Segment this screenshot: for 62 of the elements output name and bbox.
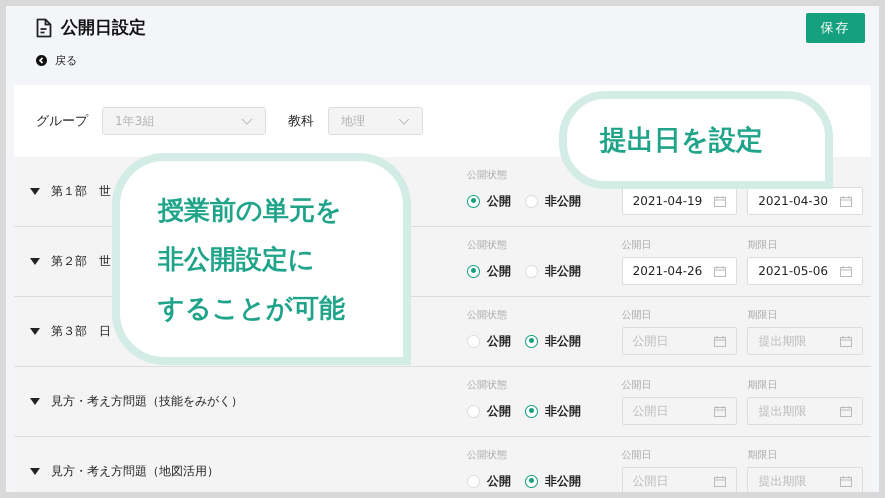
field-label: 公開状態 (467, 378, 508, 391)
radio-option[interactable]: 非公開 (525, 332, 582, 350)
field-label: 期限日 (747, 448, 778, 461)
chevron-down-icon (241, 118, 253, 124)
field-label: 公開日 (622, 239, 653, 251)
field-label: 公開状態 (467, 238, 508, 251)
field-label: 公開状態 (467, 308, 508, 321)
radio-option[interactable]: 公開 (467, 192, 512, 210)
field-label: 期限日 (747, 378, 778, 391)
field-label: 期限日 (747, 238, 778, 251)
calendar-icon (714, 196, 726, 206)
calendar-icon (714, 266, 726, 276)
radio-option[interactable]: 公開 (467, 262, 512, 280)
radio-button[interactable] (525, 474, 538, 488)
radio-option[interactable]: 非公開 (525, 402, 582, 420)
section-title: 第２部 世 (51, 253, 111, 270)
calendar-icon (840, 266, 852, 276)
radio-option[interactable]: 公開 (467, 402, 512, 420)
radio-option[interactable]: 公開 (467, 332, 512, 350)
date-field[interactable]: 2021-05-06 (747, 257, 863, 285)
radio-option[interactable]: 非公開 (525, 262, 582, 280)
radio-option[interactable]: 非公開 (525, 192, 582, 210)
section-title: 見方・考え方問題（技能をみがく） (51, 393, 243, 410)
section-title: 第３部 日 (51, 323, 111, 340)
radio-button[interactable] (467, 194, 480, 208)
radio-button[interactable] (525, 404, 538, 418)
calendar-icon (840, 406, 852, 416)
expand-triangle-icon[interactable] (30, 188, 40, 196)
field-label: 公開日 (622, 379, 653, 391)
calendar-icon (714, 476, 726, 486)
radio-option[interactable]: 非公開 (525, 472, 582, 490)
calendar-icon (840, 196, 852, 206)
radio-button[interactable] (467, 264, 480, 278)
section-title: 見方・考え方問題（地図活用） (51, 463, 219, 480)
field-label: 公開状態 (467, 448, 508, 461)
radio-button[interactable] (525, 334, 538, 348)
field-label: 期限日 (747, 308, 778, 321)
back-icon (36, 55, 47, 66)
back-link[interactable]: 戻る (36, 53, 77, 68)
calendar-icon (714, 406, 726, 416)
page-title: 公開日設定 (61, 17, 146, 39)
filter-label: 教科 (288, 113, 314, 130)
date-field[interactable]: 2021-04-26 (622, 257, 738, 285)
radio-option[interactable]: 公開 (467, 472, 512, 490)
calendar-icon (714, 336, 726, 346)
field-label: 公開日 (622, 449, 653, 461)
callout-text: 提出日を設定 (600, 124, 763, 157)
date-field[interactable]: 2021-04-19 (622, 187, 738, 215)
field-label: 公開状態 (467, 168, 508, 181)
date-field[interactable]: 2021-04-30 (747, 187, 863, 215)
calendar-icon (840, 476, 852, 486)
field-label: 公開日 (622, 309, 653, 321)
filter-label: グループ (36, 113, 88, 130)
section-title: 第１部 世 (51, 183, 111, 200)
expand-triangle-icon[interactable] (30, 328, 40, 336)
expand-triangle-icon[interactable] (30, 398, 40, 406)
chevron-down-icon (398, 118, 410, 124)
calendar-icon (840, 336, 852, 346)
document-icon (36, 18, 52, 38)
expand-triangle-icon[interactable] (30, 258, 40, 266)
expand-triangle-icon[interactable] (30, 468, 40, 476)
callout-text: 授業前の単元を 非公開設定に することが可能 (158, 194, 345, 324)
